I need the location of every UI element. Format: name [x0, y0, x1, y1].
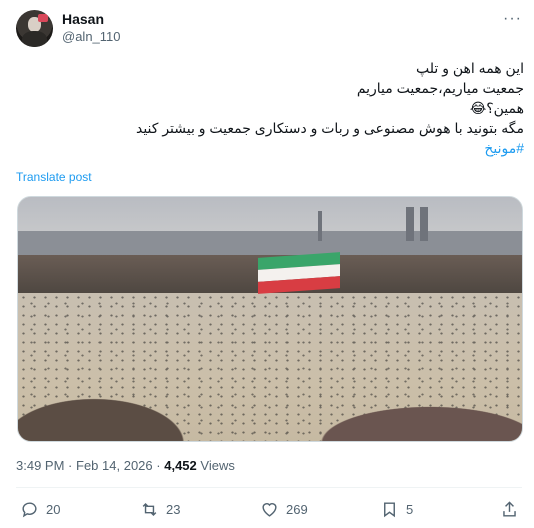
avatar[interactable] [16, 10, 53, 47]
like-count: 269 [286, 502, 308, 517]
bookmark-button[interactable]: 5 [380, 500, 413, 519]
image-spire [318, 211, 322, 241]
translate-post-link[interactable]: Translate post [16, 170, 92, 184]
reply-button[interactable]: 20 [20, 500, 60, 519]
bookmark-count: 5 [406, 502, 414, 517]
share-icon [503, 501, 516, 517]
image-tower [420, 207, 428, 241]
image-flag [258, 252, 340, 294]
divider [16, 487, 522, 488]
author-handle[interactable]: @aln_110 [62, 29, 121, 44]
views-label: Views [200, 458, 235, 473]
meta-separator: · [156, 458, 161, 473]
reply-count: 20 [46, 502, 61, 517]
avatar-badge [38, 14, 48, 22]
heart-icon [262, 503, 277, 517]
repost-icon [142, 502, 157, 517]
image-tower [406, 207, 414, 241]
share-button[interactable] [500, 500, 526, 519]
tweet-meta: 3:49 PM · Feb 14, 2026 · 4,452 Views [16, 458, 235, 473]
tweet-line: مگه بتونید با هوش مصنوعی و ربات و دستکار… [135, 120, 524, 136]
author-name[interactable]: Hasan [62, 11, 104, 27]
repost-count: 23 [166, 502, 181, 517]
avatar-body [22, 31, 47, 47]
repost-button[interactable]: 23 [140, 500, 180, 519]
tweet-time[interactable]: 3:49 PM [16, 458, 64, 473]
tweet-line: جمعیت میاریم،جمعیت میاریم [356, 80, 524, 96]
meta-separator: · [68, 458, 73, 473]
tweet-header: Hasan @aln_110 ··· [16, 8, 526, 52]
like-button[interactable]: 269 [260, 500, 308, 519]
image-foreground-crowd [292, 397, 522, 441]
tweet-image[interactable] [17, 196, 523, 442]
tweet-line: همین؟😂 [469, 100, 524, 116]
reply-icon [22, 502, 37, 518]
more-options-icon[interactable]: ··· [503, 10, 522, 28]
tweet-date[interactable]: Feb 14, 2026 [76, 458, 153, 473]
views-count: 4,452 [164, 458, 197, 473]
action-bar: 20 23 269 5 [16, 500, 526, 522]
tweet-text: این همه اهن و تلپ جمعیت میاریم،جمعیت میا… [16, 58, 524, 158]
hashtag-link[interactable]: #مونیخ [16, 138, 524, 158]
bookmark-icon [384, 502, 395, 518]
tweet-line: این همه اهن و تلپ [416, 60, 524, 76]
image-foreground-trees [18, 387, 208, 441]
